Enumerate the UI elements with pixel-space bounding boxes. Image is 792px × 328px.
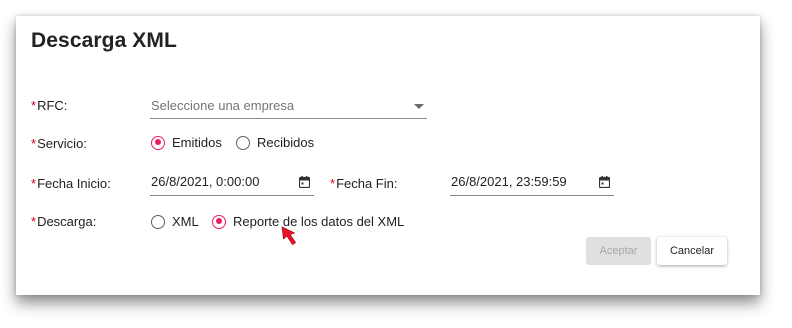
rfc-select-placeholder: Seleccione una empresa xyxy=(151,98,295,113)
descarga-label: *Descarga: xyxy=(31,214,96,229)
radio-xml-label: XML xyxy=(172,214,199,229)
radio-emitidos[interactable]: Emitidos xyxy=(151,135,222,150)
radio-reporte[interactable]: Reporte de los datos del XML xyxy=(212,214,404,229)
rfc-label-text: RFC: xyxy=(37,98,68,113)
required-asterisk: * xyxy=(31,98,37,113)
dialog-title: Descarga XML xyxy=(31,29,177,52)
download-xml-dialog: Descarga XML *RFC: Seleccione una empres… xyxy=(16,16,760,295)
fecha-inicio-value: 26/8/2021, 0:00:00 xyxy=(151,174,260,189)
radio-checked-icon xyxy=(212,214,226,229)
fecha-inicio-label-text: Fecha Inicio: xyxy=(37,176,111,191)
fecha-fin-label-text: Fecha Fin: xyxy=(336,176,398,191)
servicio-label: *Servicio: xyxy=(31,136,87,151)
cancel-button[interactable]: Cancelar xyxy=(657,237,727,265)
rfc-company-select[interactable]: Seleccione una empresa xyxy=(150,94,427,119)
required-asterisk: * xyxy=(31,136,37,151)
radio-recibidos-label: Recibidos xyxy=(257,135,315,150)
fecha-inicio-input[interactable]: 26/8/2021, 0:00:00 xyxy=(150,171,314,196)
fecha-fin-value: 26/8/2021, 23:59:59 xyxy=(451,174,567,189)
radio-emitidos-label: Emitidos xyxy=(172,135,222,150)
calendar-icon[interactable] xyxy=(599,176,610,188)
fecha-fin-label: *Fecha Fin: xyxy=(330,176,397,191)
radio-unchecked-icon xyxy=(151,214,165,229)
required-asterisk: * xyxy=(31,176,37,191)
radio-unchecked-icon xyxy=(236,135,250,150)
servicio-label-text: Servicio: xyxy=(37,136,87,151)
radio-recibidos[interactable]: Recibidos xyxy=(236,135,314,150)
fecha-inicio-label: *Fecha Inicio: xyxy=(31,176,111,191)
accept-button[interactable]: Aceptar xyxy=(586,237,651,265)
radio-checked-icon xyxy=(151,135,165,150)
required-asterisk: * xyxy=(330,176,336,191)
radio-reporte-label: Reporte de los datos del XML xyxy=(233,214,405,229)
chevron-down-icon xyxy=(414,104,424,109)
rfc-label: *RFC: xyxy=(31,98,67,113)
radio-xml[interactable]: XML xyxy=(151,214,199,229)
required-asterisk: * xyxy=(31,214,37,229)
fecha-fin-input[interactable]: 26/8/2021, 23:59:59 xyxy=(450,171,614,196)
descarga-label-text: Descarga: xyxy=(37,214,97,229)
calendar-icon[interactable] xyxy=(299,176,310,188)
